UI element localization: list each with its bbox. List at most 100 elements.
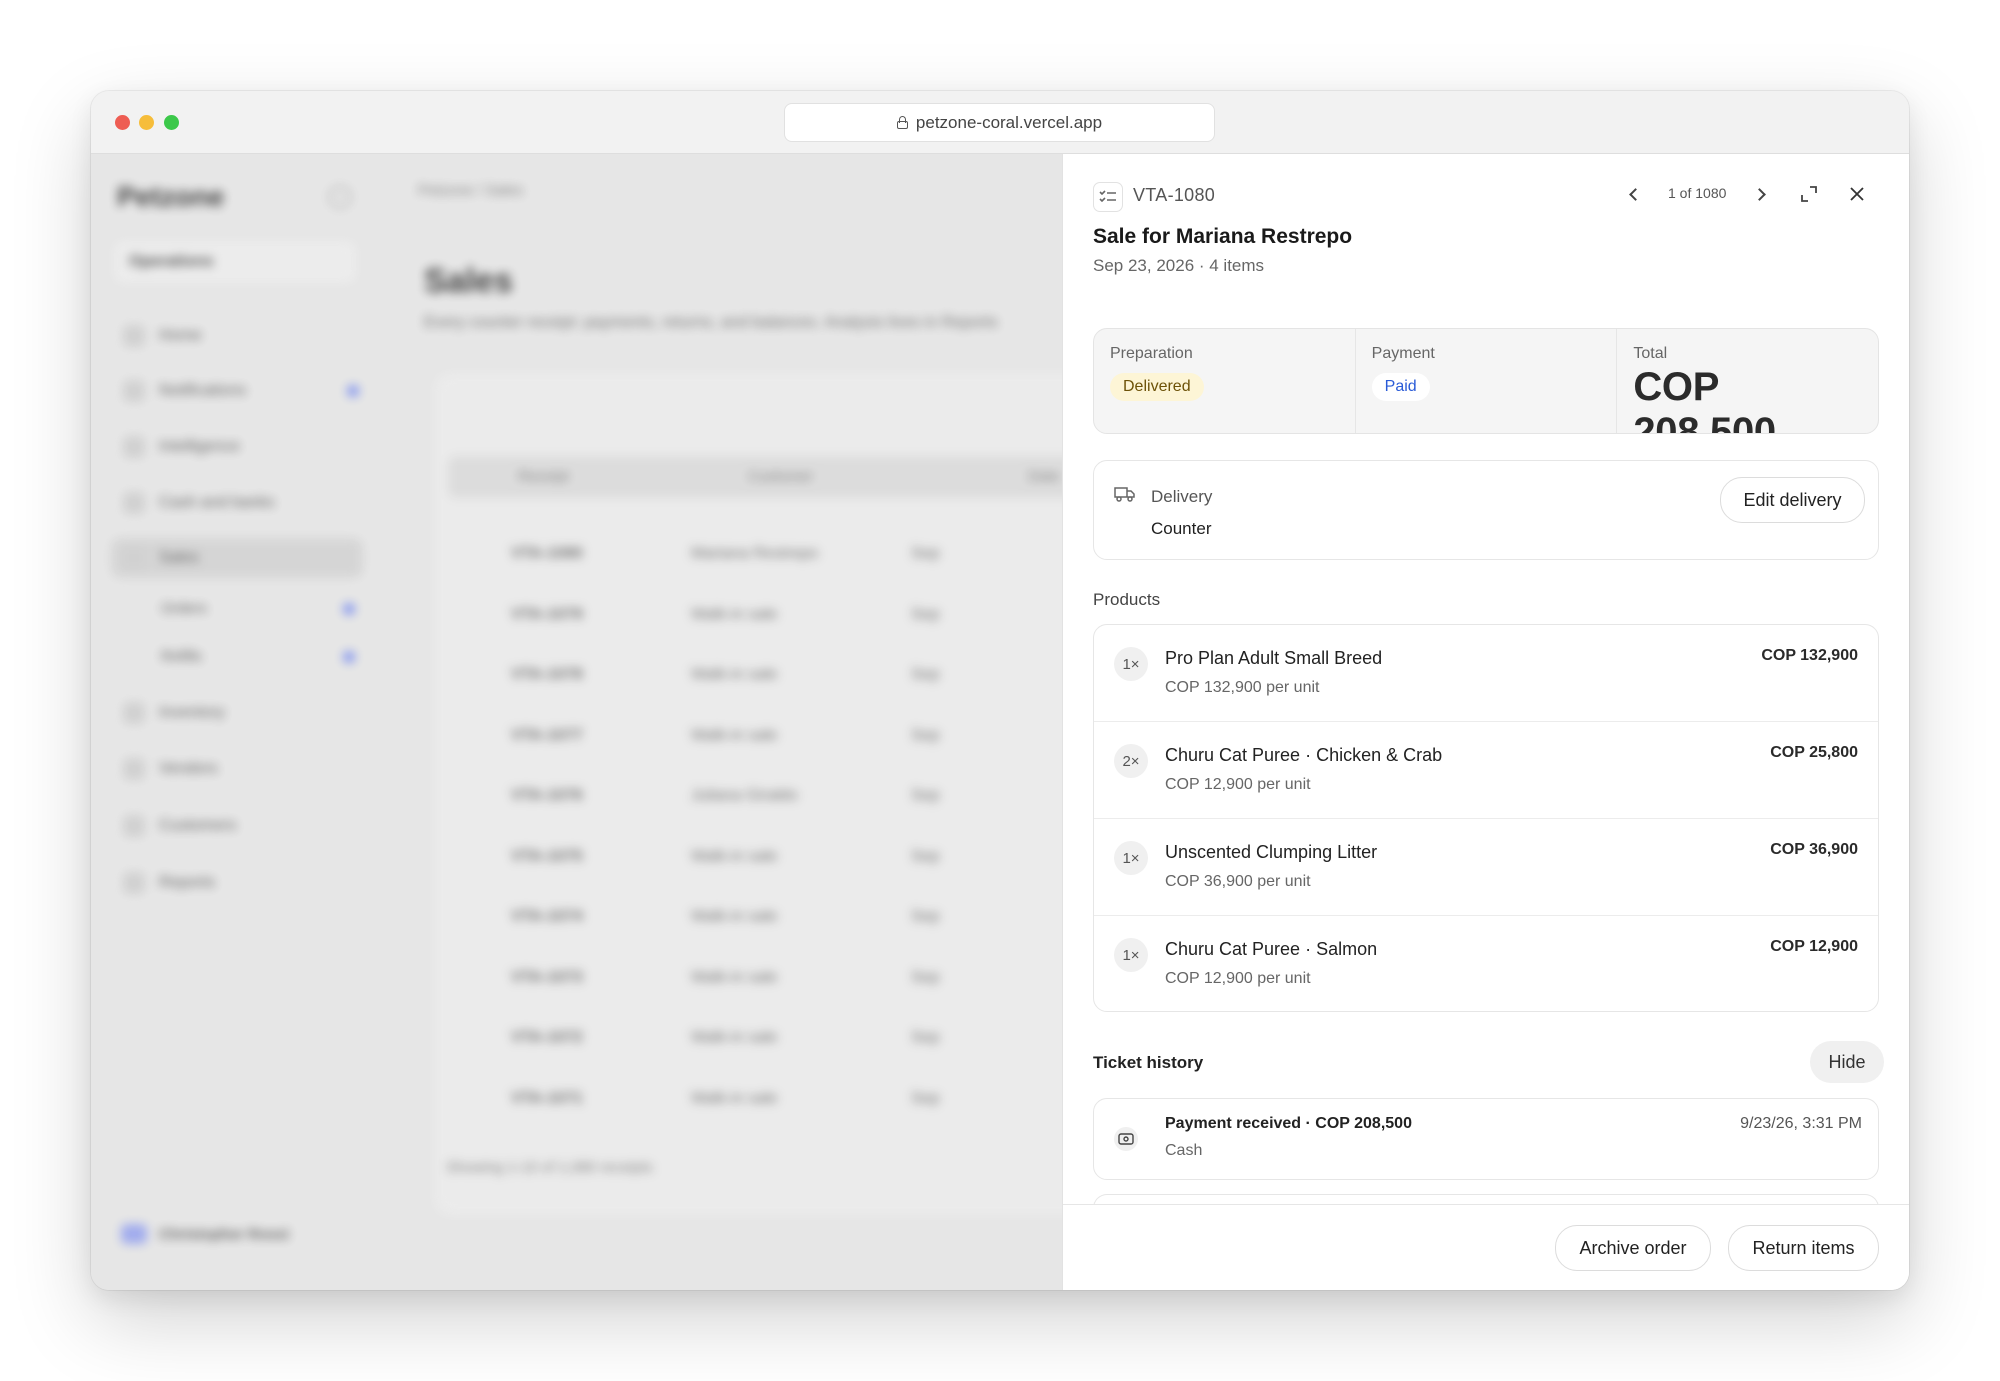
- user-menu[interactable]: Christopher Rossi: [121, 1224, 289, 1244]
- receipt-cell: VTA-1080: [511, 545, 583, 562]
- next-button[interactable]: [1749, 182, 1773, 206]
- archive-order-button[interactable]: Archive order: [1555, 1225, 1711, 1271]
- chart-icon: [123, 872, 145, 894]
- cash-icon: [1114, 1127, 1138, 1151]
- workspace-select[interactable]: Operations: [115, 242, 355, 282]
- sidebar-subitem-refills[interactable]: Refills: [161, 648, 355, 665]
- table-row[interactable]: VTA-1071 Walk-in sale Sep: [511, 1090, 1151, 1108]
- receipt-cell: VTA-1074: [511, 908, 583, 925]
- date-cell: Sep: [911, 1089, 940, 1107]
- customer-cell: Walk-in sale: [691, 968, 778, 986]
- customer-cell: Walk-in sale: [691, 1029, 778, 1046]
- maximize-window-button[interactable]: [164, 115, 179, 130]
- sidebar-item-customers[interactable]: Customers: [123, 806, 359, 846]
- product-row: 1× Unscented Clumping Litter COP 36,900 pe…: [1094, 819, 1878, 916]
- table-row[interactable]: VTA-1079 Walk-in sale Sep: [511, 606, 1151, 624]
- table-row[interactable]: VTA-1077 Walk-in sale Sep: [511, 727, 1151, 745]
- orders-badge: [343, 602, 355, 615]
- receipt-cell: VTA-1072: [511, 1029, 583, 1046]
- history-time: 9/23/26, 3:31 PM: [1740, 1115, 1862, 1132]
- chevron-right-icon: [1752, 187, 1766, 201]
- address-bar[interactable]: petzone-coral.vercel.app: [784, 103, 1215, 142]
- home-icon: [123, 325, 145, 347]
- table-row[interactable]: VTA-1078 Walk-in sale Sep: [511, 666, 1151, 684]
- sale-detail-drawer: VTA-1080 1 of 1080 Sale for Mariana Rest…: [1062, 154, 1909, 1290]
- table-row[interactable]: VTA-1075 Walk-in sale Sep: [511, 848, 1151, 866]
- lock-icon: [896, 116, 908, 129]
- sidebar-item-vendors[interactable]: Vendors: [123, 749, 359, 789]
- date-cell: Sep: [911, 847, 940, 865]
- sidebar-item-notifications[interactable]: Notifications: [123, 371, 359, 411]
- sidebar-subitem-orders[interactable]: Orders: [161, 600, 355, 617]
- close-button[interactable]: [1845, 182, 1869, 206]
- previous-button[interactable]: [1621, 182, 1645, 206]
- customer-cell: Walk-in sale: [691, 666, 778, 683]
- close-window-button[interactable]: [115, 115, 130, 130]
- chevron-left-icon: [1628, 187, 1642, 201]
- expand-icon: [1801, 186, 1817, 202]
- table-row[interactable]: VTA-1072 Walk-in sale Sep: [511, 1029, 1151, 1047]
- table-row[interactable]: VTA-1073 Walk-in sale Sep: [511, 969, 1151, 987]
- table-row[interactable]: VTA-1074 Walk-in sale Sep: [511, 908, 1151, 926]
- product-line-total: COP 132,900: [1761, 647, 1858, 664]
- table-footer: Showing 1-10 of 1,080 receipts: [446, 1159, 653, 1176]
- product-row: 2× Churu Cat Puree · Chicken & Crab COP 12…: [1094, 722, 1878, 819]
- sidebar-item-sales[interactable]: Sales: [111, 538, 363, 578]
- expand-button[interactable]: [1797, 182, 1821, 206]
- customer-cell: Walk-in sale: [691, 847, 778, 865]
- close-icon: [1850, 187, 1864, 201]
- sidebar-collapse-icon[interactable]: [329, 186, 351, 208]
- return-items-button[interactable]: Return items: [1728, 1225, 1879, 1271]
- table-row[interactable]: VTA-1080 Mariana Restrepo Sep: [511, 545, 1151, 563]
- date-cell: Sep: [911, 545, 940, 562]
- sidebar-item-intelligence[interactable]: Intelligence: [123, 427, 359, 467]
- hide-history-button[interactable]: Hide: [1810, 1041, 1884, 1083]
- product-name: Churu Cat Puree · Chicken & Crab: [1165, 745, 1443, 765]
- refills-badge: [343, 650, 355, 663]
- quantity-badge: 2×: [1114, 744, 1148, 778]
- minimize-window-button[interactable]: [139, 115, 154, 130]
- date-cell: Sep: [911, 908, 940, 925]
- date-cell: Sep: [911, 726, 940, 744]
- history-title: Payment received · COP 208,500: [1165, 1115, 1412, 1132]
- sidebar-item-inventory[interactable]: Inventory: [123, 693, 359, 733]
- customer-cell: Walk-in sale: [691, 908, 778, 925]
- date-cell: Sep: [911, 605, 940, 623]
- total-label: Total: [1633, 345, 1668, 362]
- edit-delivery-button[interactable]: Edit delivery: [1720, 477, 1865, 523]
- quantity-badge: 1×: [1114, 938, 1148, 972]
- product-name: Churu Cat Puree · Salmon: [1165, 939, 1378, 959]
- avatar: [121, 1224, 147, 1244]
- sidebar-item-home[interactable]: Home: [123, 316, 359, 356]
- table-row[interactable]: VTA-1076 Juliana Giraldo Sep: [511, 787, 1151, 805]
- table-header: Receipt Customer Date: [448, 456, 1148, 498]
- product-unit-price: COP 36,900 per unit: [1165, 873, 1311, 890]
- notification-badge: [347, 385, 359, 397]
- date-cell: Sep: [911, 1029, 940, 1046]
- receipt-cell: VTA-1079: [511, 605, 583, 623]
- quantity-badge: 1×: [1114, 841, 1148, 875]
- receipt-cell: VTA-1075: [511, 847, 583, 865]
- sidebar-item-cash[interactable]: Cash and banks: [123, 483, 359, 523]
- col-date: Date: [1028, 468, 1060, 485]
- payment-badge: Paid: [1371, 373, 1430, 401]
- sale-subtitle: Sep 23, 2026 · 4 items: [1093, 256, 1265, 275]
- date-cell: Sep: [911, 968, 940, 986]
- product-row: 1× Pro Plan Adult Small Breed COP 132,900 …: [1094, 625, 1878, 722]
- col-customer: Customer: [748, 468, 814, 485]
- receipt-list-icon: [1093, 182, 1123, 212]
- customer-cell: Juliana Giraldo: [691, 787, 798, 804]
- history-entry: Payment received · COP 208,500 Cash 9/23…: [1093, 1098, 1879, 1180]
- truck-icon: [1114, 487, 1135, 502]
- col-receipt: Receipt: [518, 468, 569, 485]
- browser-titlebar: petzone-coral.vercel.app: [91, 91, 1909, 154]
- payment-label: Payment: [1371, 345, 1435, 362]
- breadcrumb: Petzone / Sales: [418, 182, 524, 199]
- sidebar-item-reports[interactable]: Reports: [123, 863, 359, 903]
- drawer-footer: Archive order Return items: [1063, 1204, 1909, 1290]
- delivery-value: Counter: [1151, 519, 1212, 538]
- ticket-history-heading: Ticket history: [1093, 1053, 1204, 1072]
- total-amount: COP 208,500: [1633, 365, 1776, 434]
- browser-window: petzone-coral.vercel.app Petzone Operati…: [91, 91, 1909, 1290]
- history-method: Cash: [1165, 1142, 1203, 1159]
